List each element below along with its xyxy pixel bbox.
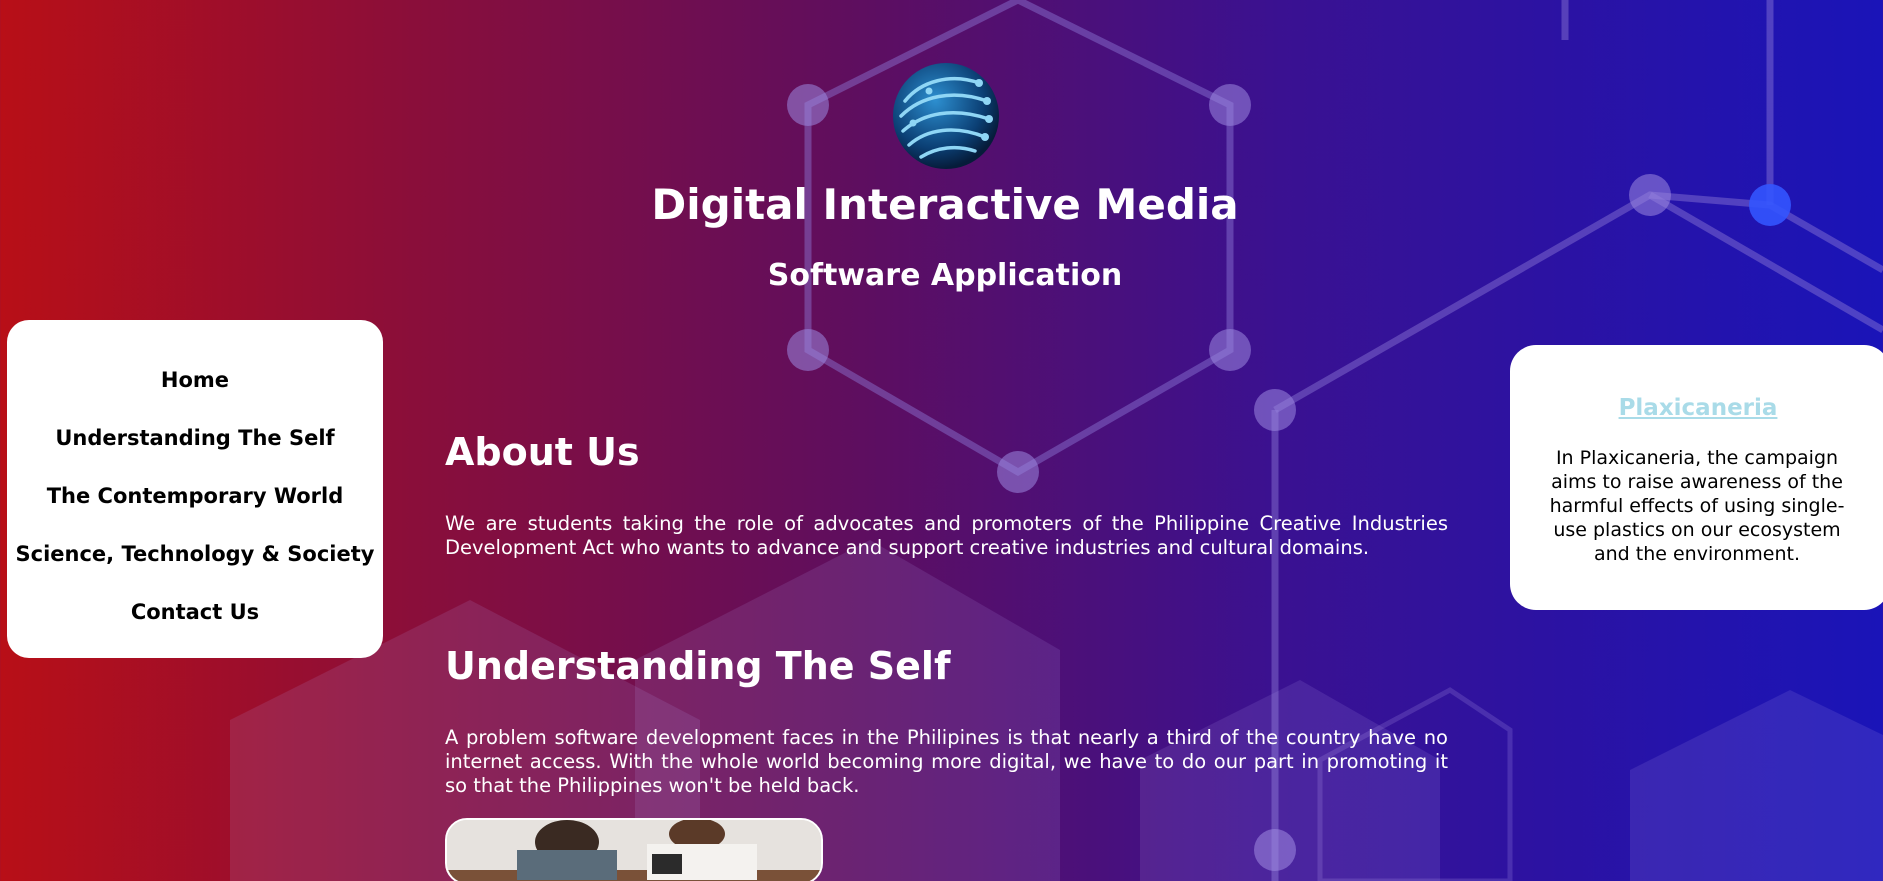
side-card-text: In Plaxicaneria, the campaign aims to ra… [1549,447,1845,565]
nav-item-science-technology-society[interactable]: Science, Technology & Society [7,542,383,566]
section-heading-about-us: About Us [445,430,640,474]
main-content: About Us We are students taking the role… [445,0,1448,881]
section-photo [445,818,823,881]
students-photo-image [447,820,821,881]
nav-item-contemporary-world[interactable]: The Contemporary World [7,484,383,508]
section-heading-understanding-the-self: Understanding The Self [445,644,951,688]
section-text-understanding-the-self: A problem software development faces in … [445,726,1448,797]
nav-panel: Home Understanding The Self The Contempo… [7,320,383,658]
nav-item-understanding-the-self[interactable]: Understanding The Self [7,426,383,450]
plaxicaneria-link[interactable]: Plaxicaneria [1510,395,1883,421]
nav-item-contact-us[interactable]: Contact Us [7,600,383,624]
section-text-about-us: We are students taking the role of advoc… [445,512,1448,559]
nav-item-home[interactable]: Home [7,368,383,392]
